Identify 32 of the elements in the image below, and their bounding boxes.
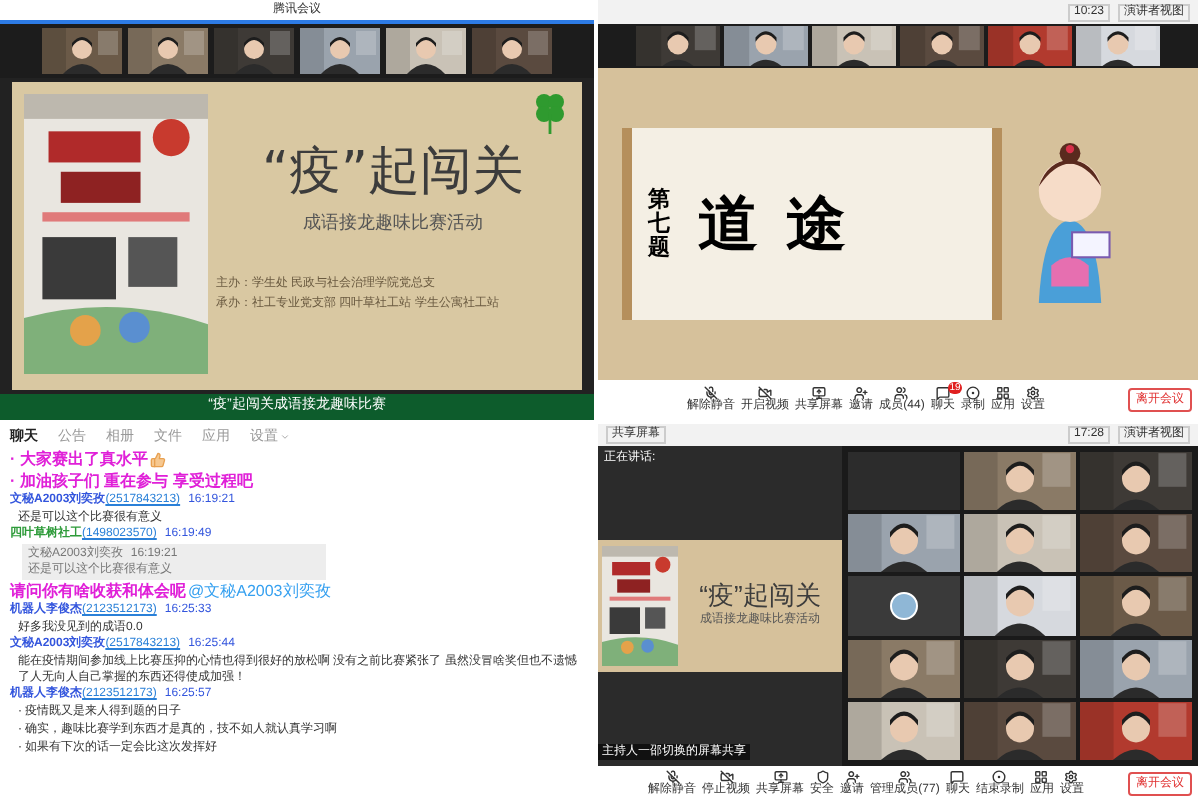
slide-subtitle: 成语接龙趣味比赛活动 <box>303 210 483 236</box>
record-icon <box>965 386 980 400</box>
video-tile <box>848 452 960 511</box>
slide-title: “疫”起闯关 <box>262 146 524 198</box>
record-icon <box>992 770 1007 784</box>
avatar-icon <box>890 591 918 620</box>
share-icon <box>773 770 788 784</box>
members-icon <box>894 386 909 400</box>
message-text: · 加油孩子们 重在参与 享受过程吧 <box>10 472 253 491</box>
apps-icon <box>1034 770 1049 784</box>
chat-icon <box>935 386 950 400</box>
idiom-character: 途 <box>786 189 846 261</box>
share-icon <box>812 386 827 400</box>
question-label: 第七题 <box>648 187 670 261</box>
clover-icon <box>530 90 570 134</box>
invite-icon <box>854 386 869 400</box>
video-icon <box>719 770 734 784</box>
chat-icon <box>950 770 965 784</box>
caret-icon <box>280 432 290 442</box>
message-text: 请问你有啥收获和体会呢 <box>10 582 186 602</box>
settings-icon <box>1025 386 1040 400</box>
members-icon <box>897 770 912 784</box>
idiom-character: 道 <box>698 189 758 261</box>
video-icon <box>758 386 773 400</box>
mic-icon <box>665 770 680 784</box>
mic-icon <box>704 386 719 400</box>
invite-icon <box>845 770 860 784</box>
apps-icon <box>995 386 1010 400</box>
security-icon <box>815 770 830 784</box>
settings-icon <box>1064 770 1079 784</box>
message-text: · 大家赛出了真水平 <box>10 450 148 470</box>
slide-title: “疫”起闯关 <box>699 582 821 608</box>
